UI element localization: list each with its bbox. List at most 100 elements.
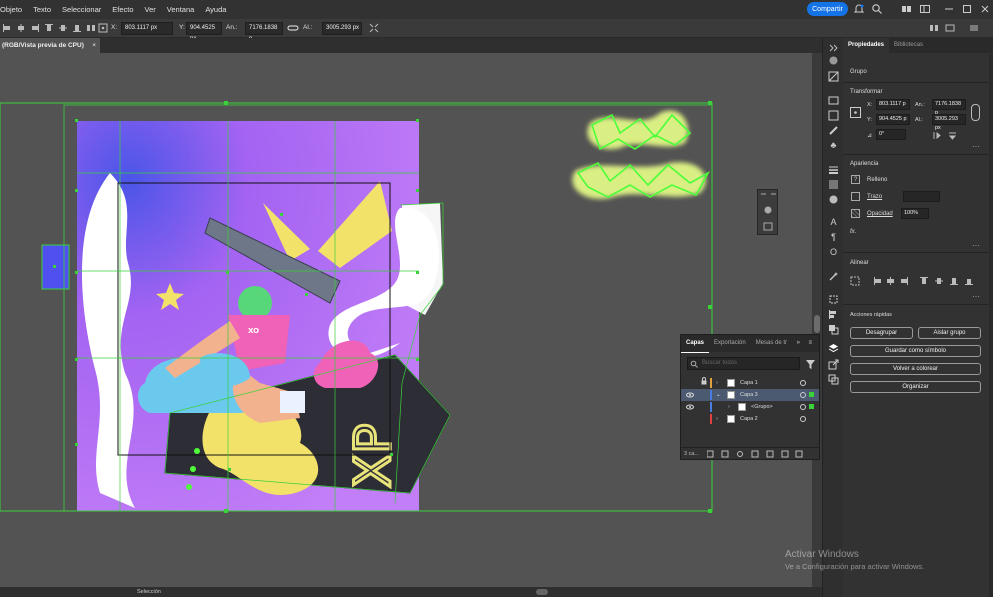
character-icon[interactable]: A <box>828 217 839 228</box>
chevron-down-icon[interactable]: ⌄ <box>716 389 721 401</box>
stroke-icon[interactable] <box>828 164 839 175</box>
tab-bibliotecas[interactable]: Bibliotecas <box>889 38 928 53</box>
filter-icon[interactable] <box>806 360 815 369</box>
swatches-icon[interactable] <box>828 71 839 82</box>
vertical-scroll-thumb[interactable] <box>814 315 820 333</box>
isolate-group-button[interactable]: Aislar grupo <box>918 327 981 339</box>
paragraph-icon[interactable]: ¶ <box>828 232 839 243</box>
chevron-right-icon[interactable]: › <box>716 377 718 389</box>
panel-align-icon[interactable] <box>929 23 939 33</box>
opacity-swatch-icon[interactable] <box>851 209 860 218</box>
layer-row[interactable]: › Capa 1 <box>681 377 819 389</box>
menu-efecto[interactable]: Efecto <box>112 5 133 14</box>
reference-point-icon[interactable] <box>98 23 108 33</box>
width-field[interactable]: 7176.1838 p <box>245 22 283 42</box>
arrange-button[interactable]: Organizar <box>850 381 981 393</box>
tab-propiedades[interactable]: Propiedades <box>843 38 890 53</box>
target-circle-icon[interactable] <box>800 392 806 398</box>
canvas-area[interactable]: XO XP <box>0 53 822 587</box>
menu-objeto[interactable]: Objeto <box>0 5 22 14</box>
horizontal-scroll-thumb[interactable] <box>536 589 548 595</box>
more-options-icon[interactable]: ··· <box>972 241 980 250</box>
close-icon[interactable] <box>979 3 991 15</box>
align-hcenter-icon[interactable] <box>16 23 26 33</box>
artboards-icon[interactable] <box>828 374 839 385</box>
angle-field[interactable]: 0° <box>876 129 906 140</box>
height-field[interactable]: 3005.293 px <box>932 114 966 131</box>
reference-point-icon[interactable] <box>850 107 861 118</box>
stroke-label[interactable]: Trazo <box>867 194 882 200</box>
distribute-icon[interactable] <box>86 23 96 33</box>
menu-texto[interactable]: Texto <box>33 5 51 14</box>
document-tab-close-icon[interactable]: × <box>92 38 96 53</box>
gradient-icon[interactable] <box>828 179 839 190</box>
x-field[interactable]: 803.1117 px <box>121 22 173 35</box>
target-circle-icon[interactable] <box>800 380 806 386</box>
align-buttons-icons[interactable] <box>850 276 980 286</box>
club-icon[interactable]: ♣ <box>828 140 839 151</box>
align-left-icon[interactable] <box>2 23 12 33</box>
pathfinder-icon[interactable] <box>828 324 839 335</box>
search-icon[interactable] <box>871 3 883 15</box>
chevron-right-icon[interactable]: › <box>728 401 730 413</box>
brushes-icon[interactable] <box>828 125 839 136</box>
more-options-icon[interactable]: ··· <box>972 142 980 151</box>
opacity-field[interactable]: 100% <box>901 208 929 219</box>
y-field[interactable]: 904.4525 p <box>876 114 910 125</box>
stroke-weight-field[interactable] <box>903 191 940 202</box>
layers-search-input[interactable]: Buscar todos <box>687 357 800 370</box>
flip-icons[interactable] <box>932 131 972 140</box>
tab-capas[interactable]: Capas <box>681 335 710 353</box>
chevron-right-icon[interactable]: › <box>716 413 718 425</box>
panel-collapse-icon[interactable] <box>828 42 839 53</box>
link-proportions-icon[interactable] <box>971 104 980 121</box>
ungroup-button[interactable]: Desagrupar <box>850 327 913 339</box>
align-vcenter-icon[interactable] <box>58 23 68 33</box>
minimize-icon[interactable] <box>943 3 955 15</box>
vertical-scrollbar[interactable] <box>812 53 822 587</box>
target-circle-icon[interactable] <box>800 416 806 422</box>
magic-wand-icon[interactable] <box>828 271 839 282</box>
symbols-icon[interactable] <box>828 110 839 121</box>
menu-ayuda[interactable]: Ayuda <box>205 5 226 14</box>
document-tab[interactable]: (RGB/Vista previa de CPU) × <box>0 38 100 53</box>
transform-panel-icon[interactable] <box>828 294 839 305</box>
image-trace-icon[interactable] <box>828 95 839 106</box>
panel-menu-icon[interactable]: ≡ <box>803 335 817 352</box>
export-icon[interactable] <box>828 359 839 370</box>
color-icon[interactable] <box>828 55 839 66</box>
tab-exportacion[interactable]: Exportación <box>709 335 751 352</box>
maximize-icon[interactable] <box>961 3 973 15</box>
menu-ventana[interactable]: Ventana <box>167 5 195 14</box>
share-button[interactable]: Compartir <box>807 2 848 16</box>
link-proportions-icon[interactable] <box>287 23 299 33</box>
save-as-symbol-button[interactable]: Guardar como símbolo <box>850 345 981 357</box>
width-field[interactable]: 7176.1838 p <box>932 99 966 116</box>
tab-mesas[interactable]: Mesas de tr <box>751 335 792 352</box>
height-field[interactable]: 3005.293 px <box>322 22 362 35</box>
notification-bell-icon[interactable] <box>853 3 865 15</box>
align-right-icon[interactable] <box>30 23 40 33</box>
fill-swatch-icon[interactable]: ? <box>851 175 860 184</box>
x-field[interactable]: 803.1117 p <box>876 99 910 110</box>
menu-seleccionar[interactable]: Seleccionar <box>62 5 101 14</box>
more-options-icon[interactable]: ··· <box>972 292 980 301</box>
properties-scrollbar[interactable] <box>989 54 993 597</box>
target-circle-icon[interactable] <box>800 404 806 410</box>
opentype-icon[interactable]: O <box>828 247 839 258</box>
control-menu-icon[interactable] <box>969 23 979 33</box>
layers-icon[interactable] <box>828 343 839 354</box>
fx-button[interactable]: fx. <box>850 229 856 235</box>
layer-row[interactable]: ⌄ Capa 3 <box>681 389 819 401</box>
arrange-documents-icon[interactable] <box>901 3 913 15</box>
stroke-swatch-icon[interactable] <box>851 192 860 201</box>
transparency-icon[interactable] <box>828 194 839 205</box>
menu-ver[interactable]: Ver <box>145 5 156 14</box>
align-bottom-icon[interactable] <box>72 23 82 33</box>
opacity-label[interactable]: Opacidad <box>867 211 893 217</box>
workspace-switcher-icon[interactable] <box>919 3 931 15</box>
align-top-icon[interactable] <box>44 23 54 33</box>
align-panel-icon[interactable] <box>828 309 839 320</box>
recolor-button[interactable]: Volver a colorear <box>850 363 981 375</box>
panel-layout-icon[interactable] <box>945 23 955 33</box>
